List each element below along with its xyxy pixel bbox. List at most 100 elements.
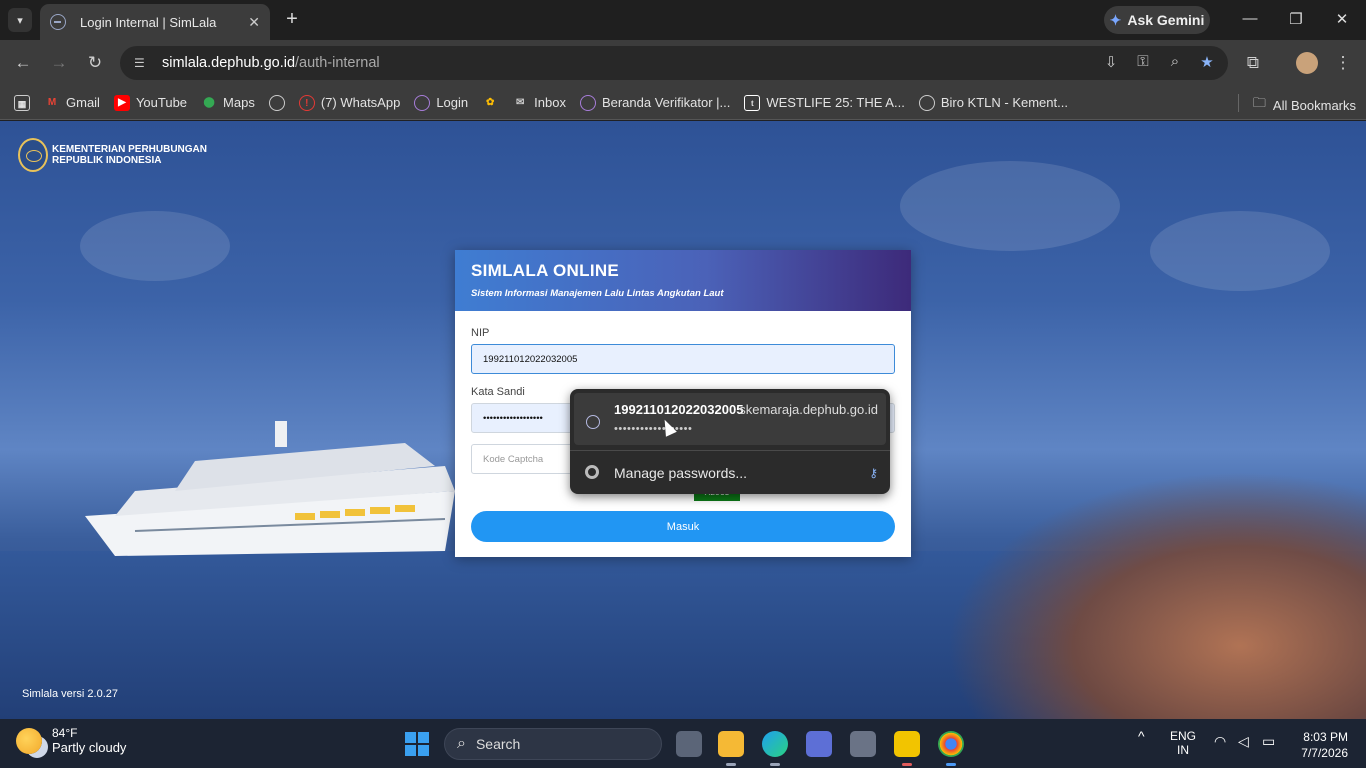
- bookmark-label: Inbox: [534, 95, 566, 110]
- site-info-icon[interactable]: ☰: [134, 56, 150, 70]
- ministry-seal-icon: [18, 138, 48, 172]
- logo-line-2: REPUBLIK INDONESIA: [52, 155, 162, 166]
- install-app-icon[interactable]: ⇩: [1102, 53, 1120, 71]
- forward-button[interactable]: →: [48, 52, 70, 74]
- tab-active[interactable]: Login Internal | SimLala ✕: [40, 4, 270, 40]
- version-label: Simlala versi 2.0.27: [22, 688, 118, 700]
- clock-date: 7/7/2026: [1301, 746, 1348, 760]
- back-button[interactable]: ←: [12, 52, 34, 74]
- app-icon[interactable]: [806, 731, 832, 757]
- gmail-icon: M: [47, 96, 57, 108]
- avatar[interactable]: [1296, 52, 1318, 74]
- bookmarks-divider: [1238, 94, 1239, 112]
- photos-icon: ✿: [485, 96, 495, 108]
- bookmark-photos[interactable]: ✿: [482, 95, 498, 111]
- bookmark-youtube[interactable]: ▶ YouTube: [113, 94, 188, 111]
- key-icon: ⚷: [869, 466, 878, 480]
- taskbar-search[interactable]: ⌕ Search: [444, 728, 662, 760]
- nip-label: NIP: [471, 327, 490, 339]
- bookmark-biro[interactable]: Biro KTLN - Kement...: [918, 94, 1068, 111]
- search-icon: ⌕: [457, 735, 466, 752]
- bookmark-label: YouTube: [135, 95, 188, 110]
- running-indicator: [902, 763, 912, 766]
- browser-window: ▾ Login Internal | SimLala ✕ + ✦ Ask Gemi…: [0, 0, 1366, 768]
- youtube-icon: ▶: [113, 94, 130, 111]
- globe-icon: [579, 94, 596, 111]
- bookmark-label: Beranda Verifikator |...: [601, 95, 731, 110]
- apps-button[interactable]: ▦: [14, 94, 30, 111]
- close-window-button[interactable]: ✕: [1332, 10, 1352, 28]
- camera-icon[interactable]: [850, 731, 876, 757]
- bookmark-login[interactable]: Login: [414, 94, 469, 111]
- background-cloud: [900, 161, 1120, 251]
- chrome-icon[interactable]: [938, 731, 964, 757]
- bookmark-westlife[interactable]: t WESTLIFE 25: THE A...: [744, 94, 905, 111]
- ask-gemini-button[interactable]: ✦ Ask Gemini: [1104, 6, 1210, 34]
- tab-strip: ▾ Login Internal | SimLala ✕ + ✦ Ask Gemi…: [0, 0, 1366, 40]
- bookmark-maps[interactable]: ⬤ Maps: [201, 95, 254, 111]
- bookmark-label: WESTLIFE 25: THE A...: [766, 95, 905, 110]
- volume-icon[interactable]: ◁: [1238, 734, 1249, 748]
- address-bar[interactable]: ☰ simlala.dephub.go.id/auth-internal ⇩ ⚿…: [120, 46, 1228, 80]
- chevron-down-icon: ▾: [17, 14, 23, 27]
- clock-time: 8:03 PM: [1303, 730, 1348, 744]
- autofill-suggestion[interactable]: 199211012022032005 skemaraja.dephub.go.i…: [574, 393, 886, 445]
- toolbar: ← → ↻ ☰ simlala.dephub.go.id/auth-intern…: [0, 40, 1366, 86]
- clock[interactable]: 8:03 PM 7/7/2026: [1301, 729, 1348, 761]
- all-bookmarks-button[interactable]: 🗀 All Bookmarks: [1253, 94, 1356, 116]
- url-host: simlala.dephub.go.id: [162, 55, 296, 71]
- maximize-button[interactable]: ❐: [1286, 10, 1306, 28]
- password-autofill-popup: 199211012022032005 skemaraja.dephub.go.i…: [570, 389, 890, 494]
- edge-icon[interactable]: [762, 731, 788, 757]
- bookmark-whatsapp[interactable]: ! (7) WhatsApp: [298, 94, 400, 111]
- sticky-notes-icon[interactable]: [894, 731, 920, 757]
- bookmarks-bar: ▦ M Gmail ▶ YouTube ⬤ Maps ! (7) WhatsApp Lo…: [0, 86, 1366, 120]
- manage-passwords-link[interactable]: Manage passwords...: [614, 465, 747, 481]
- bookmark-gmail[interactable]: M Gmail: [44, 95, 100, 111]
- new-tab-button[interactable]: +: [282, 9, 302, 29]
- extensions-icon[interactable]: ⧉: [1242, 52, 1264, 74]
- taskbar: 84°F Partly cloudy ⌕ Search ^ ENG IN ◠ ◁ ▭…: [0, 719, 1366, 768]
- menu-icon[interactable]: ⋮: [1332, 52, 1354, 74]
- cruise-ship-image: [85, 421, 455, 556]
- reload-button[interactable]: ↻: [84, 52, 106, 74]
- zoom-icon[interactable]: ⌕: [1166, 53, 1184, 71]
- battery-icon[interactable]: ▭: [1262, 734, 1275, 748]
- autofill-site: skemaraja.dephub.go.id: [739, 402, 878, 417]
- login-card-header: SIMLALA ONLINE Sistem Informasi Manajeme…: [455, 250, 911, 311]
- password-key-icon[interactable]: ⚿: [1134, 53, 1152, 71]
- bookmark-label: Biro KTLN - Kement...: [940, 95, 1068, 110]
- nip-input[interactable]: 199211012022032005: [471, 344, 895, 374]
- running-indicator: [770, 763, 780, 766]
- mail-icon: ✉: [515, 96, 525, 108]
- bookmark-label: Gmail: [66, 95, 100, 110]
- weather-temperature: 84°F: [52, 726, 78, 740]
- popup-divider: [570, 450, 890, 451]
- bookmark-beranda[interactable]: Beranda Verifikator |...: [579, 94, 731, 111]
- login-button[interactable]: Masuk: [471, 511, 895, 542]
- chrome-icon: [585, 465, 599, 479]
- globe-icon: [268, 94, 285, 111]
- autofill-username: 199211012022032005: [614, 402, 744, 417]
- close-tab-icon[interactable]: ✕: [248, 14, 260, 31]
- weather-widget[interactable]: 84°F Partly cloudy: [16, 726, 126, 755]
- file-explorer-icon[interactable]: [718, 731, 744, 757]
- language-indicator[interactable]: ENG IN: [1170, 729, 1196, 757]
- autofill-password: ••••••••••••••••••: [614, 423, 693, 435]
- bookmark-globe[interactable]: [268, 94, 285, 111]
- background-rocks: [946, 471, 1366, 719]
- tray-overflow-icon[interactable]: ^: [1138, 729, 1145, 743]
- minimize-button[interactable]: —: [1240, 10, 1260, 27]
- start-button[interactable]: [405, 732, 429, 756]
- background-cloud: [80, 211, 230, 281]
- bookmark-inbox[interactable]: ✉ Inbox: [512, 95, 566, 111]
- globe-icon: [586, 415, 600, 429]
- tab-search-button[interactable]: ▾: [8, 8, 32, 32]
- wifi-icon[interactable]: ◠: [1214, 734, 1226, 748]
- task-view-icon[interactable]: [676, 731, 702, 757]
- search-label: Search: [475, 736, 521, 752]
- bookmark-star-icon[interactable]: ★: [1198, 53, 1216, 71]
- partly-cloudy-icon: [16, 727, 42, 754]
- bookmark-label: Login: [436, 95, 469, 110]
- language-primary: ENG: [1170, 729, 1197, 743]
